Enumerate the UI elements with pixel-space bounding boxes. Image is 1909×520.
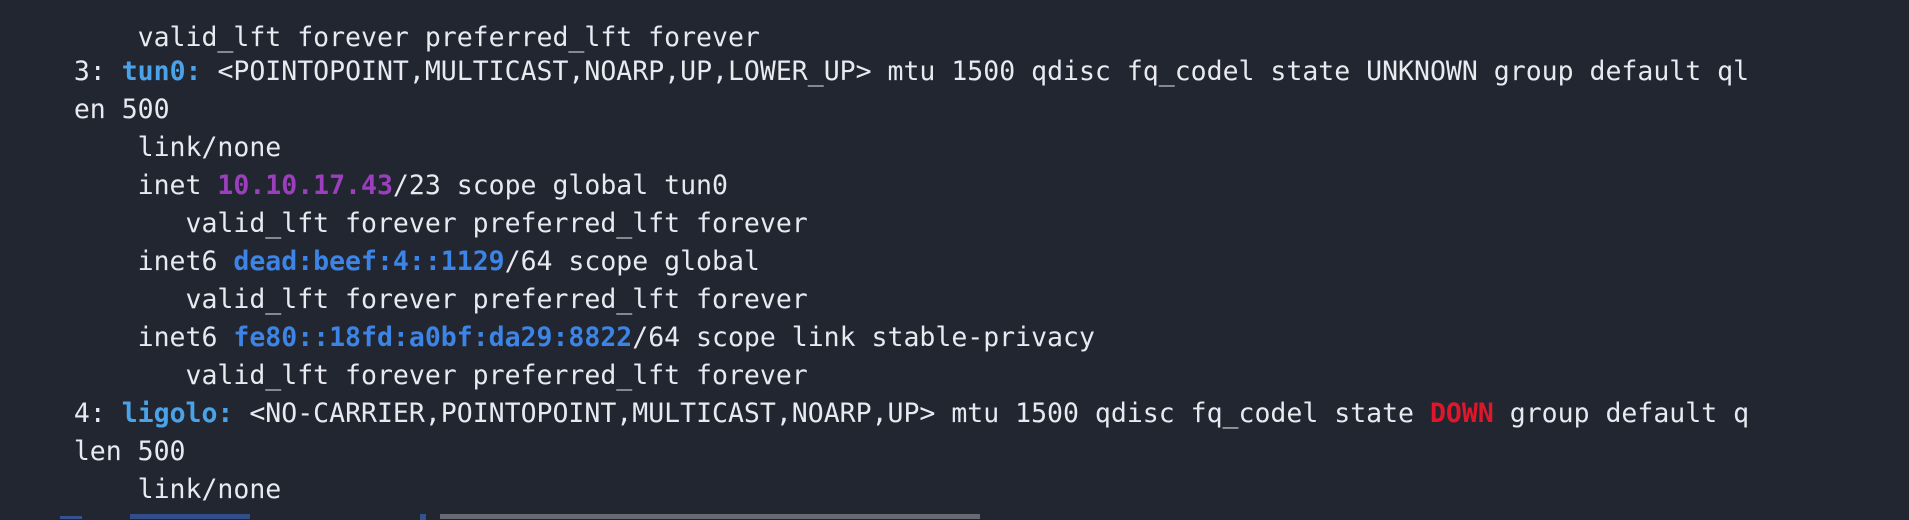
terminal-line: valid_lft forever preferred_lft forever — [10, 319, 808, 391]
terminal-line: inet 10.10.17.43/23 scope global tun0 — [10, 129, 728, 201]
prompt-fragment-shape — [60, 514, 980, 520]
interface-flags: <NO-CARRIER,POINTOPOINT,MULTICAST,NOARP,… — [233, 398, 1430, 429]
terminal-line: inet6 dead:beef:4::1129/64 scope global — [10, 205, 760, 277]
interface-flags: <POINTOPOINT,MULTICAST,NOARP,UP,LOWER_UP… — [201, 56, 1750, 87]
state-down-badge: DOWN — [1429, 398, 1494, 429]
terminal-line: 4: ligolo: <NO-CARRIER,POINTOPOINT,MULTI… — [10, 357, 1749, 429]
terminal-line: link/none — [10, 433, 282, 505]
link-type: link/none — [73, 474, 282, 505]
terminal-line: en 500 — [10, 53, 170, 125]
terminal-line: valid_lft forever preferred_lft forever — [10, 167, 808, 239]
terminal-window[interactable]: valid_lft forever preferred_lft forever … — [0, 0, 1909, 520]
terminal-line: 3: tun0: <POINTOPOINT,MULTICAST,NOARP,UP… — [10, 15, 1749, 87]
terminal-line: len 500 — [10, 395, 186, 467]
terminal-line: link/none — [10, 91, 282, 163]
prompt-fragment — [60, 508, 980, 520]
interface-group: group default q — [1493, 398, 1750, 429]
terminal-line: inet6 fe80::18fd:a0bf:da29:8822/64 scope… — [10, 281, 1095, 353]
terminal-line: valid_lft forever preferred_lft forever — [10, 243, 808, 315]
